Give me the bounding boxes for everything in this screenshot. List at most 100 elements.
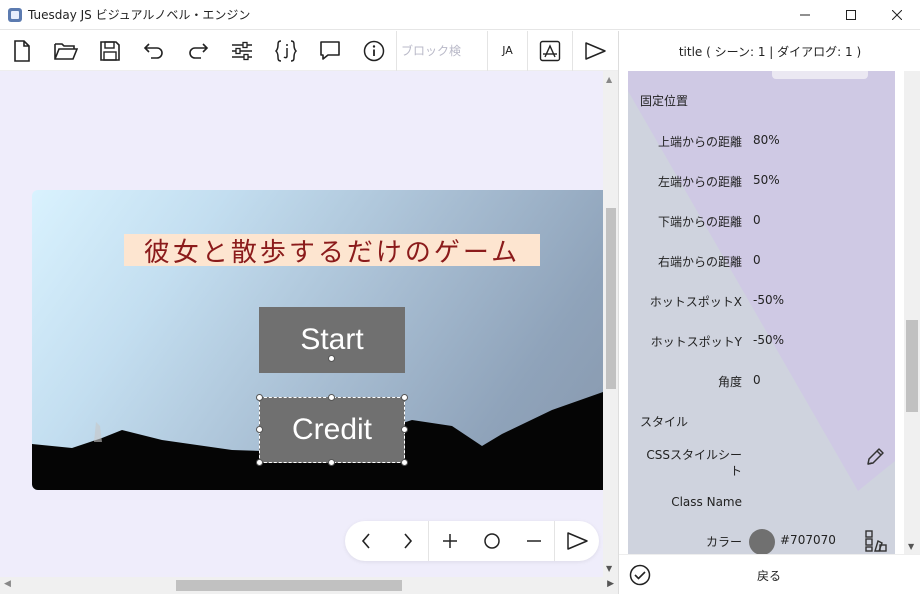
color-swatch[interactable] bbox=[749, 529, 775, 554]
variables-button[interactable] bbox=[264, 31, 308, 71]
undo-icon bbox=[143, 42, 163, 59]
main-toolbar: ブロック検 JA bbox=[0, 30, 620, 71]
prop-row-color[interactable]: カラー #707070 bbox=[628, 529, 895, 554]
scroll-right-arrow-icon[interactable]: ▶ bbox=[607, 579, 614, 589]
prop-label: ホットスポットY bbox=[650, 335, 742, 349]
zoom-in-icon bbox=[443, 534, 458, 548]
close-button[interactable] bbox=[874, 0, 920, 30]
open-folder-button[interactable] bbox=[44, 31, 88, 71]
panel-footer: 戻る bbox=[619, 554, 920, 594]
variables-braces-icon bbox=[274, 39, 298, 62]
redo-icon bbox=[189, 42, 209, 59]
back-button[interactable]: 戻る bbox=[757, 567, 781, 584]
zoom-in-button[interactable] bbox=[429, 521, 471, 561]
play-icon bbox=[585, 41, 606, 60]
settings-sliders-icon bbox=[232, 41, 252, 60]
workspace-horizontal-scrollbar[interactable]: ◀ ▶ bbox=[0, 577, 618, 594]
prop-value[interactable]: 50% bbox=[753, 173, 780, 187]
color-label: カラー bbox=[705, 535, 742, 549]
prop-value[interactable]: 0 bbox=[753, 253, 761, 267]
save-button[interactable] bbox=[88, 31, 132, 71]
prop-row-angle[interactable]: 角度 0 bbox=[628, 373, 895, 393]
prop-value[interactable]: 0 bbox=[753, 373, 761, 387]
resize-handle-nw[interactable] bbox=[256, 394, 263, 401]
zoom-reset-button[interactable] bbox=[471, 521, 513, 561]
panel-vertical-scrollbar[interactable]: ▼ bbox=[904, 71, 920, 554]
prop-value[interactable]: 80% bbox=[753, 133, 780, 147]
comment-button[interactable] bbox=[308, 31, 352, 71]
info-button[interactable] bbox=[352, 31, 396, 71]
workspace-vertical-scrollbar[interactable]: ▲ ▼ bbox=[603, 71, 618, 577]
open-folder-icon bbox=[54, 42, 78, 60]
color-palette-icon[interactable] bbox=[864, 529, 888, 553]
play-button[interactable] bbox=[573, 31, 617, 71]
prop-row-hotspot-x[interactable]: ホットスポットX -50% bbox=[628, 293, 895, 313]
color-value[interactable]: #707070 bbox=[780, 533, 836, 547]
prop-value[interactable]: -50% bbox=[753, 293, 784, 307]
panel-top-box bbox=[772, 71, 868, 79]
app-icon bbox=[8, 7, 22, 22]
redo-button[interactable] bbox=[176, 31, 220, 71]
maximize-button[interactable] bbox=[828, 0, 874, 30]
resize-handle-s[interactable] bbox=[328, 459, 335, 466]
prop-label: 下端からの距離 bbox=[657, 215, 742, 229]
settings-button[interactable] bbox=[220, 31, 264, 71]
scrollbar-thumb[interactable] bbox=[906, 320, 918, 412]
resize-handle-sw[interactable] bbox=[256, 459, 263, 466]
new-file-button[interactable] bbox=[0, 31, 44, 71]
pencil-icon[interactable] bbox=[864, 446, 886, 468]
new-file-icon bbox=[14, 39, 30, 62]
resize-handle-ne[interactable] bbox=[401, 394, 408, 401]
comment-icon bbox=[320, 40, 340, 60]
prop-row-hotspot-y[interactable]: ホットスポットY -50% bbox=[628, 333, 895, 353]
prop-row-right[interactable]: 右端からの距離 0 bbox=[628, 253, 895, 273]
resize-handle-se[interactable] bbox=[401, 459, 408, 466]
prop-value[interactable]: 0 bbox=[753, 213, 761, 227]
zoom-out-icon bbox=[526, 540, 541, 542]
scroll-down-arrow-icon[interactable]: ▼ bbox=[606, 564, 612, 573]
prop-row-bottom[interactable]: 下端からの距離 0 bbox=[628, 213, 895, 233]
block-search-input[interactable]: ブロック検 bbox=[396, 30, 488, 71]
scroll-up-arrow-icon[interactable]: ▲ bbox=[606, 75, 612, 84]
info-icon bbox=[363, 40, 385, 61]
resize-handle-w[interactable] bbox=[256, 426, 263, 433]
prev-button[interactable] bbox=[345, 521, 387, 561]
resize-handle-e[interactable] bbox=[401, 426, 408, 433]
scene-workspace[interactable]: 彼女と散歩するだけのゲーム Start Credit bbox=[0, 71, 603, 577]
minimize-button[interactable] bbox=[782, 0, 828, 30]
language-button[interactable]: JA bbox=[488, 30, 528, 71]
prop-label: 角度 bbox=[717, 375, 742, 389]
prop-label: ホットスポットX bbox=[649, 295, 742, 309]
undo-button[interactable] bbox=[132, 31, 176, 71]
window-title: Tuesday JS ビジュアルノベル・エンジン bbox=[28, 8, 251, 22]
selection-box[interactable] bbox=[259, 397, 405, 463]
scene-preview[interactable]: 彼女と散歩するだけのゲーム Start Credit bbox=[32, 190, 603, 490]
scrollbar-thumb[interactable] bbox=[176, 580, 402, 591]
prop-label: 左端からの距離 bbox=[657, 175, 742, 189]
prop-row-classname[interactable]: Class Name bbox=[628, 495, 895, 515]
scroll-left-arrow-icon[interactable]: ◀ bbox=[4, 579, 11, 589]
preview-play-button[interactable] bbox=[555, 521, 599, 561]
prop-value[interactable]: -50% bbox=[753, 333, 784, 347]
next-button[interactable] bbox=[387, 521, 429, 561]
chevron-right-icon bbox=[403, 533, 412, 549]
property-list[interactable]: 固定位置 上端からの距離 80% 左端からの距離 50% 下端からの距離 0 右… bbox=[628, 71, 895, 554]
prop-row-left[interactable]: 左端からの距離 50% bbox=[628, 173, 895, 193]
start-button[interactable]: Start bbox=[259, 307, 405, 373]
prop-label: 右端からの距離 bbox=[657, 255, 742, 269]
scrollbar-thumb[interactable] bbox=[606, 208, 616, 389]
confirm-check-icon[interactable] bbox=[629, 564, 651, 586]
game-title-text: 彼女と散歩するだけのゲーム bbox=[124, 234, 540, 268]
zoom-out-button[interactable] bbox=[513, 521, 555, 561]
prop-row-css[interactable]: CSSスタイルシー ト bbox=[628, 446, 895, 482]
scroll-down-arrow-icon[interactable]: ▼ bbox=[908, 542, 914, 551]
save-icon bbox=[100, 40, 120, 61]
start-anchor-handle[interactable] bbox=[328, 355, 335, 362]
zoom-reset-icon bbox=[484, 533, 500, 549]
resize-handle-n[interactable] bbox=[328, 394, 335, 401]
section-fixed-position: 固定位置 bbox=[640, 94, 689, 108]
build-app-button[interactable] bbox=[528, 31, 572, 71]
prop-row-top[interactable]: 上端からの距離 80% bbox=[628, 133, 895, 153]
classname-label: Class Name bbox=[671, 495, 742, 509]
panel-header: title ( シーン: 1 | ダイアログ: 1 ) bbox=[619, 31, 920, 71]
